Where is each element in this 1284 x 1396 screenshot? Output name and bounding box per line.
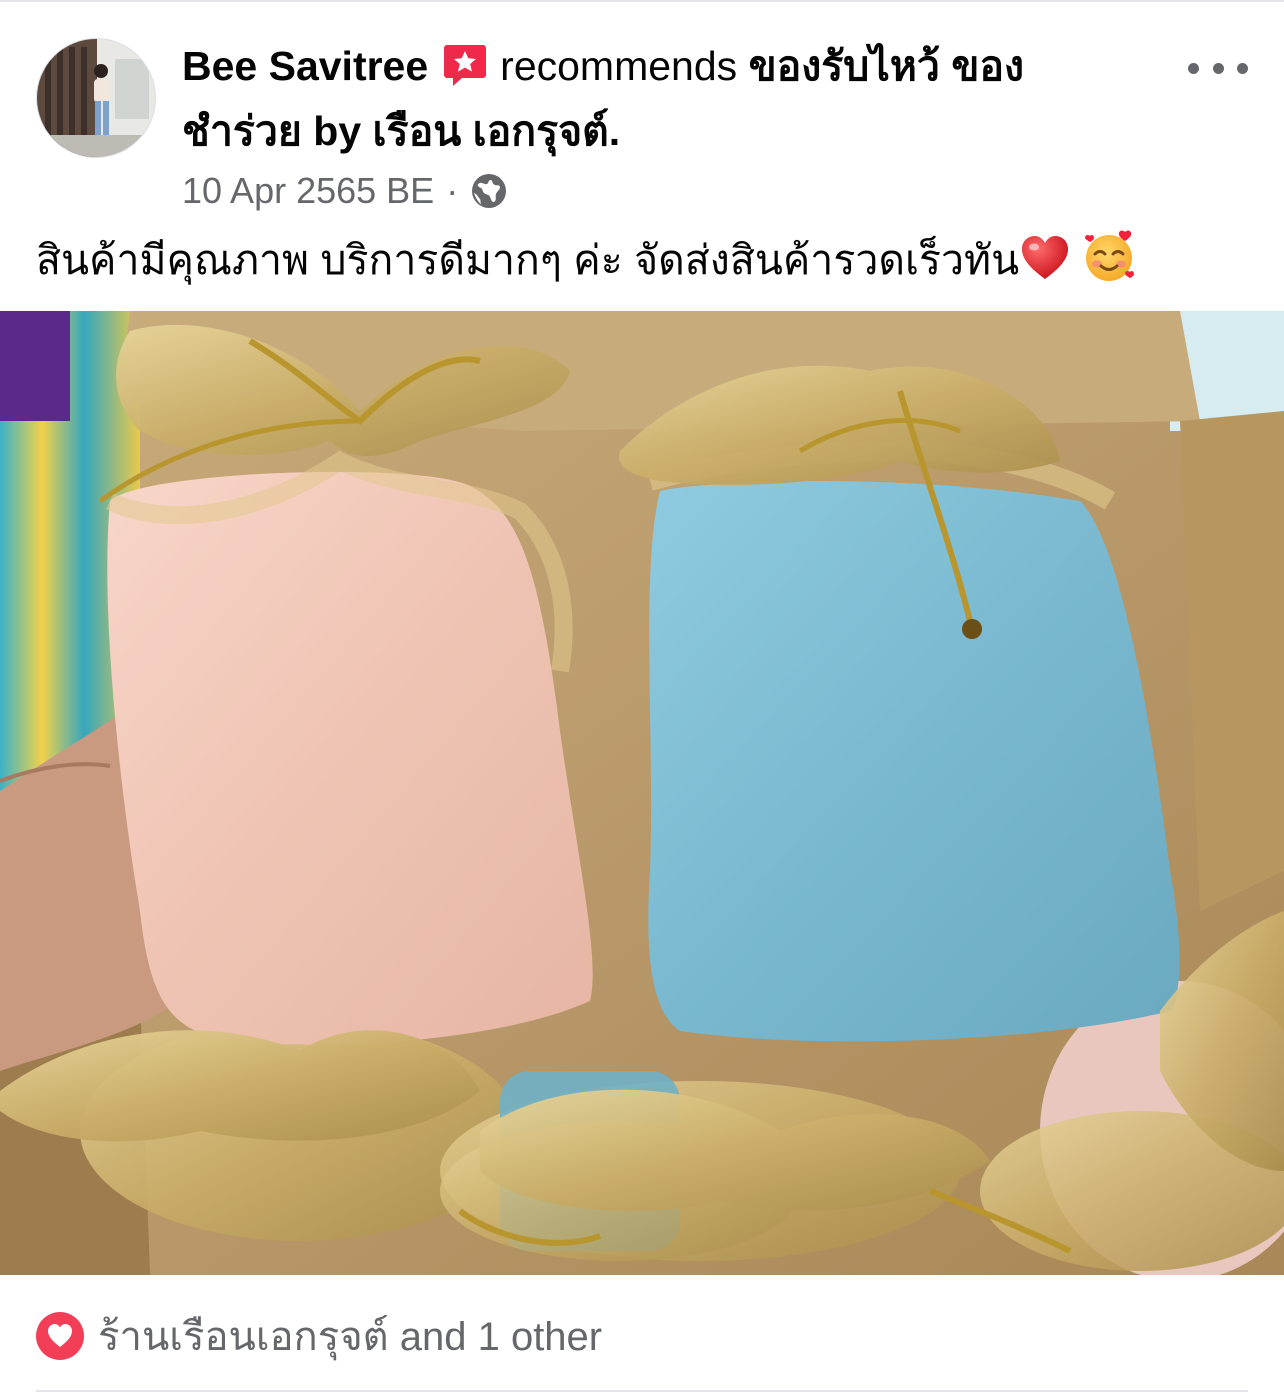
post-header: Bee Savitree recommends ของรับไหว้ ของ [182,38,1142,94]
author-name[interactable]: Bee Savitree [182,43,428,89]
love-reaction-icon [36,1312,84,1360]
more-dot [1212,62,1224,74]
page-name[interactable]: ของรับไหว้ ของ [749,43,1024,89]
avatar[interactable] [36,38,156,158]
top-divider [0,0,1284,2]
more-dot [1188,62,1199,74]
page-name-continued[interactable]: ชำร่วย by เรือน เอกรุจต์. [182,108,620,154]
reactions-summary[interactable]: ร้านเรือนเอกรุจต์ and 1 other [98,1304,602,1368]
meta-separator: · [446,170,459,211]
reactions-bar[interactable]: ร้านเรือนเอกรุจต์ and 1 other [36,1306,602,1366]
recommendation-badge-icon [442,42,488,88]
post-date[interactable]: 10 Apr 2565 BE [182,168,434,214]
post-photo[interactable] [0,311,1284,1275]
avatar-image [37,39,155,157]
recommends-verb: recommends [500,43,738,89]
more-dot [1237,62,1248,74]
post-text: สินค้ามีคุณภาพ บริการดีมากๆ ค่ะ จัดส่งสิ… [36,228,1256,289]
gift-bags-photo [0,311,1284,1275]
red-heart-emoji [1019,232,1071,284]
post-header-continued: ชำร่วย by เรือน เอกรุจต์. [182,103,1142,159]
globe-icon [470,172,508,210]
post-body: สินค้ามีคุณภาพ บริการดีมากๆ ค่ะ จัดส่งสิ… [36,237,1020,283]
bottom-divider [36,1390,1248,1392]
smiling-face-with-hearts-emoji [1081,228,1135,281]
more-options-icon[interactable] [1188,48,1248,88]
post-meta: 10 Apr 2565 BE · [182,168,508,214]
